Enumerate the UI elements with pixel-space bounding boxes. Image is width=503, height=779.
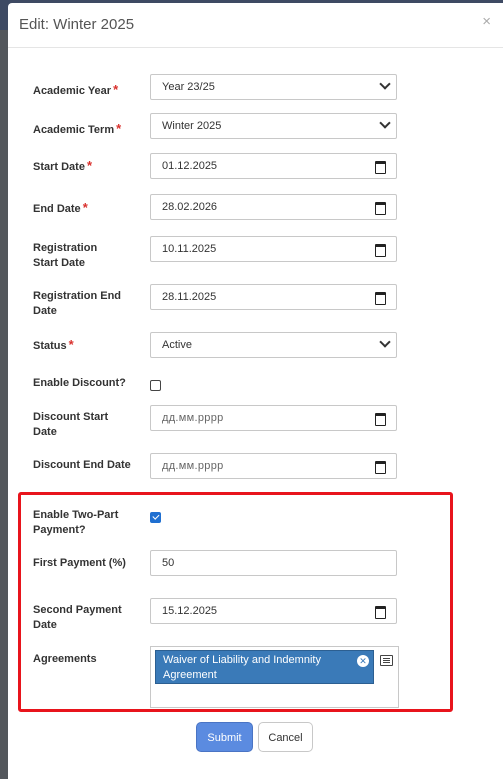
- academic-term-select[interactable]: Winter 2025: [150, 113, 397, 139]
- discount-end-date-placeholder: дд.мм.рррр: [162, 460, 224, 472]
- status-value: Active: [162, 339, 192, 351]
- calendar-icon[interactable]: [375, 161, 386, 174]
- cancel-button[interactable]: Cancel: [258, 722, 313, 752]
- status-label: Status *: [33, 337, 74, 352]
- close-icon[interactable]: ×: [482, 13, 491, 30]
- academic-year-value: Year 23/25: [162, 81, 215, 93]
- agreement-tag: Waiver of Liability and Indemnity Agreem…: [155, 650, 374, 684]
- enable-discount-label: Enable Discount?: [33, 377, 126, 389]
- required-marker: *: [113, 82, 119, 97]
- academic-year-select[interactable]: Year 23/25: [150, 74, 397, 100]
- discount-end-date-input[interactable]: дд.мм.рррр: [150, 453, 397, 479]
- discount-end-date-label: Discount End Date: [33, 459, 131, 471]
- agreements-label: Agreements: [33, 653, 97, 665]
- calendar-icon[interactable]: [375, 244, 386, 257]
- start-date-label: Start Date *: [33, 158, 93, 173]
- second-payment-date-label: Second Payment Date: [33, 604, 122, 631]
- dialog-title: Edit: Winter 2025: [19, 16, 135, 33]
- chevron-down-icon: [379, 117, 391, 129]
- registration-end-date-label: Registration End Date: [33, 290, 122, 317]
- first-payment-label: First Payment (%): [33, 557, 126, 569]
- edit-dialog: Edit: Winter 2025 × Academic Year * Year …: [8, 3, 503, 779]
- required-marker: *: [82, 200, 88, 215]
- registration-start-date-value: 10.11.2025: [162, 243, 217, 255]
- remove-tag-icon[interactable]: ✕: [357, 655, 369, 667]
- enable-two-part-payment-label: Enable Two-Part Payment?: [33, 509, 119, 536]
- registration-start-date-label: Registration Start Date: [33, 242, 98, 269]
- calendar-icon[interactable]: [375, 606, 386, 619]
- agreement-tag-label: Waiver of Liability and Indemnity Agreem…: [163, 654, 321, 681]
- registration-end-date-input[interactable]: 28.11.2025: [150, 284, 397, 310]
- discount-start-date-label: Discount Start Date: [33, 411, 109, 438]
- enable-discount-checkbox[interactable]: [150, 380, 161, 391]
- dialog-header: Edit: Winter 2025 ×: [8, 3, 503, 48]
- academic-term-label: Academic Term *: [33, 121, 122, 136]
- chevron-down-icon: [379, 336, 391, 348]
- enable-two-part-payment-checkbox[interactable]: [150, 512, 161, 523]
- end-date-value: 28.02.2026: [162, 201, 218, 213]
- submit-button[interactable]: Submit: [196, 722, 253, 752]
- required-marker: *: [86, 158, 93, 173]
- academic-year-label: Academic Year *: [33, 82, 119, 97]
- academic-term-value: Winter 2025: [162, 120, 222, 132]
- end-date-label: End Date *: [33, 200, 88, 215]
- start-date-value: 01.12.2025: [162, 160, 218, 172]
- registration-start-date-input[interactable]: 10.11.2025: [150, 236, 397, 262]
- discount-start-date-placeholder: дд.мм.рррр: [162, 412, 224, 424]
- calendar-icon[interactable]: [375, 461, 386, 474]
- chevron-down-icon: [379, 78, 391, 90]
- calendar-icon[interactable]: [375, 413, 386, 426]
- list-icon[interactable]: [380, 655, 393, 666]
- status-select[interactable]: Active: [150, 332, 397, 358]
- agreements-multiselect[interactable]: Waiver of Liability and Indemnity Agreem…: [150, 646, 399, 708]
- discount-start-date-input[interactable]: дд.мм.рррр: [150, 405, 397, 431]
- second-payment-date-value: 15.12.2025: [162, 605, 218, 617]
- registration-end-date-value: 28.11.2025: [162, 291, 217, 303]
- required-marker: *: [68, 337, 74, 352]
- required-marker: *: [116, 121, 122, 136]
- second-payment-date-input[interactable]: 15.12.2025: [150, 598, 397, 624]
- calendar-icon[interactable]: [375, 292, 386, 305]
- end-date-input[interactable]: 28.02.2026: [150, 194, 397, 220]
- first-payment-value: 50: [162, 557, 175, 569]
- calendar-icon[interactable]: [375, 202, 386, 215]
- first-payment-input[interactable]: 50: [150, 550, 397, 576]
- start-date-input[interactable]: 01.12.2025: [150, 153, 397, 179]
- background-page: [0, 30, 8, 779]
